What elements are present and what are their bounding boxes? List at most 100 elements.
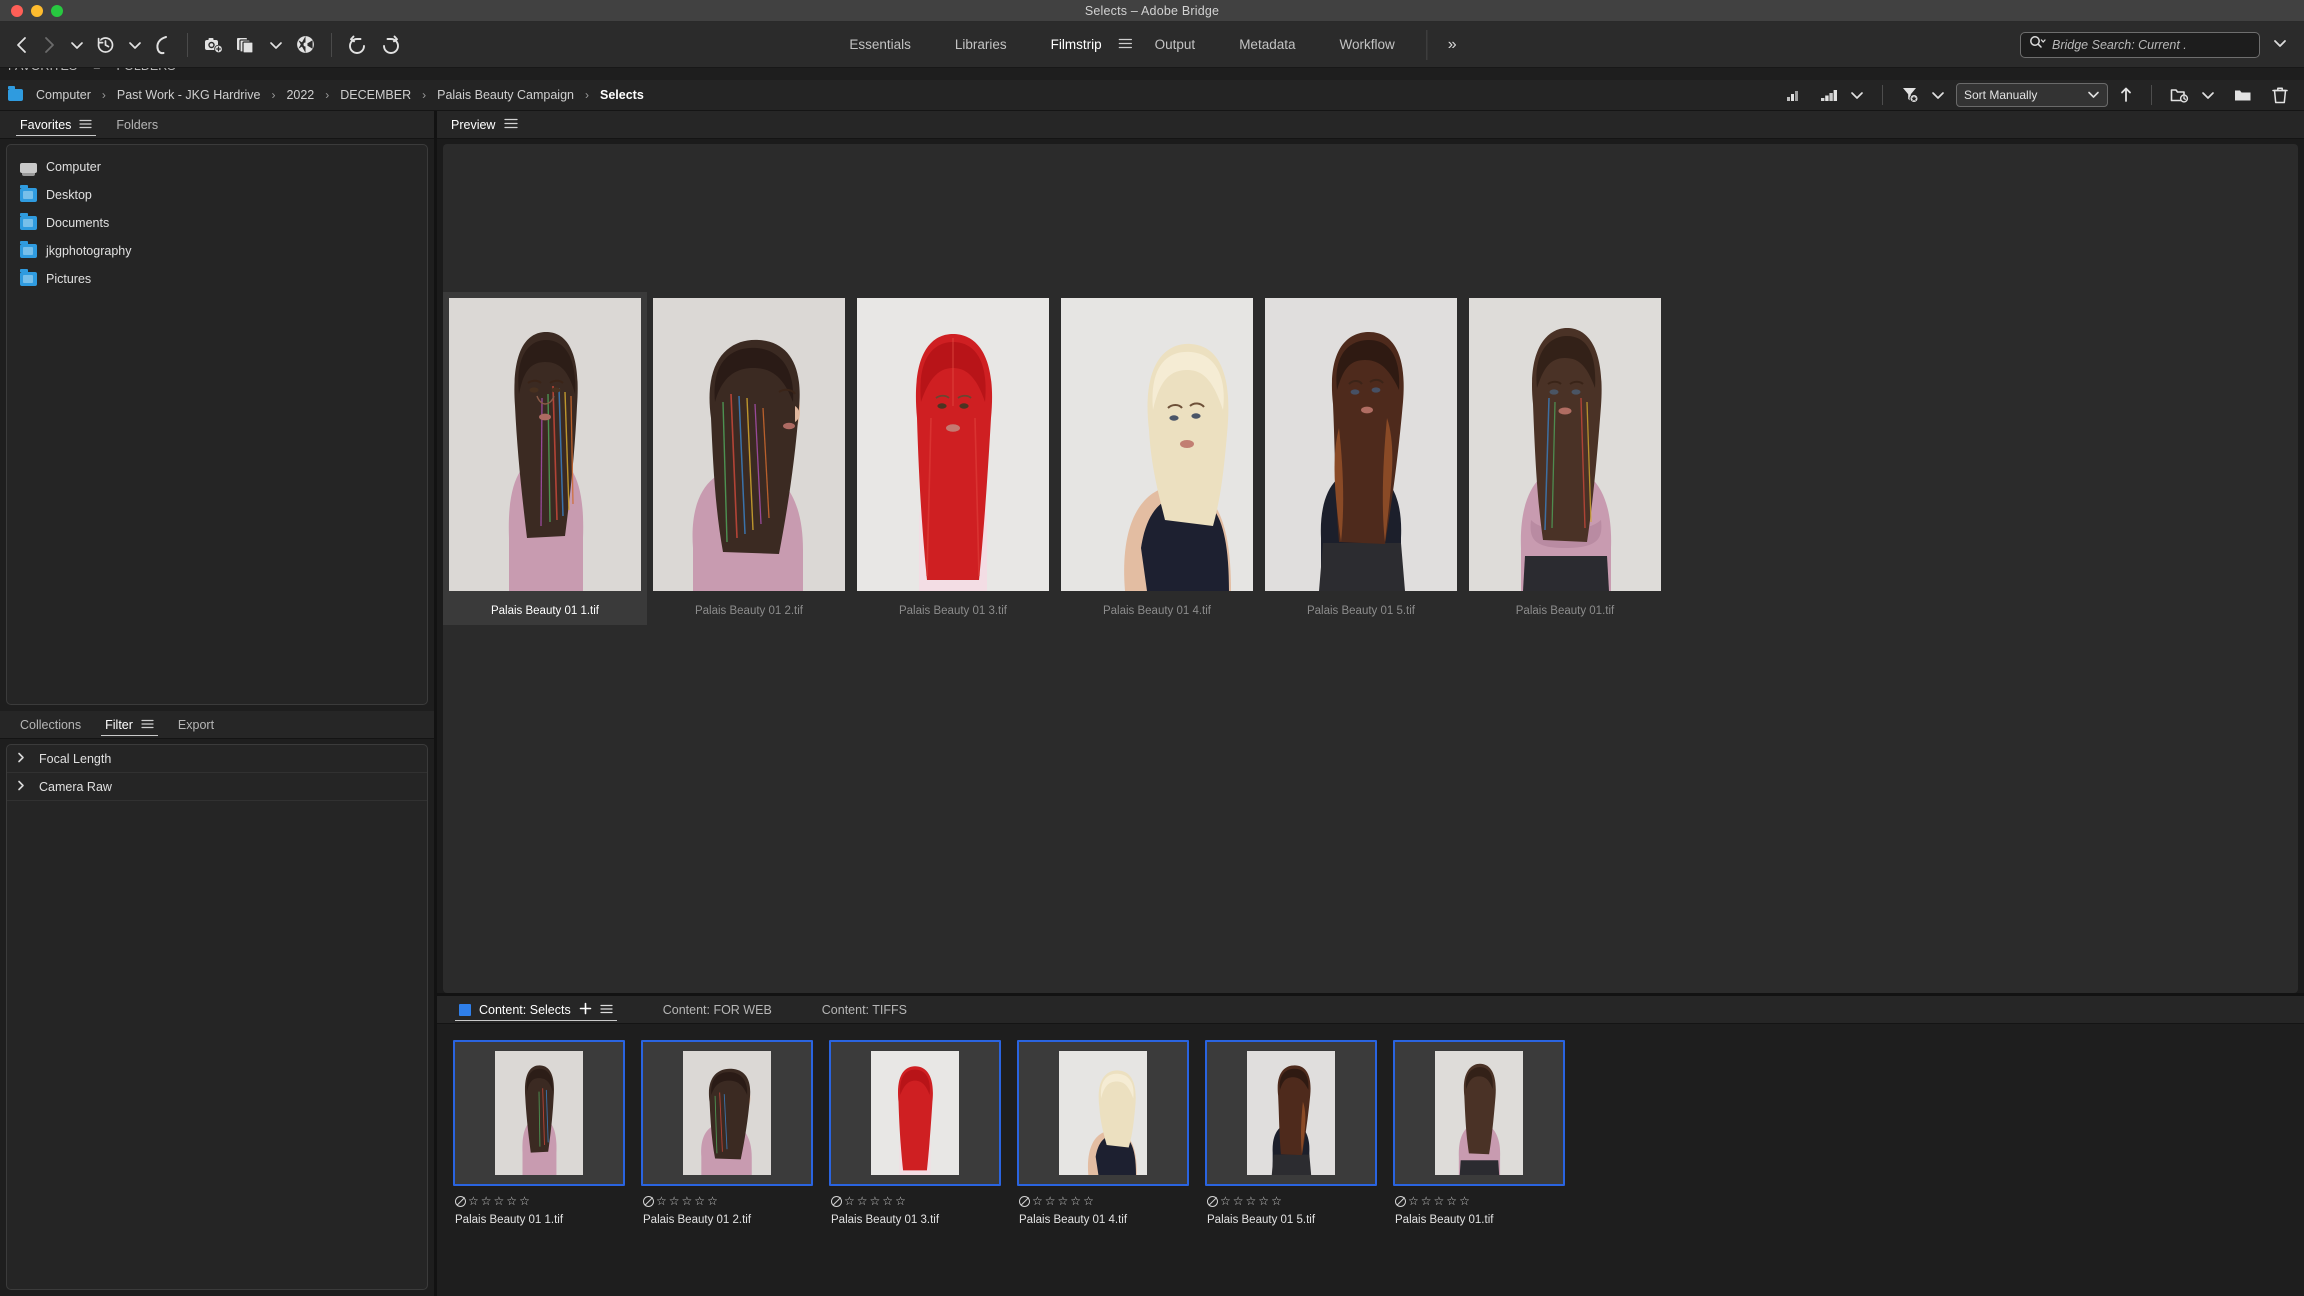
breadcrumb-item-palais-beauty-campaign[interactable]: Palais Beauty Campaign [428, 88, 583, 102]
star-empty-icon[interactable]: ☆ [481, 1195, 492, 1207]
favorites-item-documents[interactable]: Documents [7, 209, 427, 237]
thumbnail-frame[interactable] [453, 1040, 625, 1186]
tab-folders[interactable]: Folders [104, 111, 170, 139]
tab-content-selects[interactable]: Content: Selects [447, 996, 625, 1024]
tab-favorites[interactable]: Favorites [8, 111, 104, 139]
search-options-chevron-down-icon[interactable] [2266, 36, 2294, 54]
filter-criteria-list[interactable]: Focal Length Camera Raw [6, 744, 428, 1290]
workspace-tab-filmstrip[interactable]: Filmstrip [1029, 22, 1133, 68]
content-thumbnail-item[interactable]: ☆ ☆ ☆ ☆ ☆ Palais Beauty 01 1.tif [453, 1040, 632, 1226]
thumbnail-frame[interactable] [1393, 1040, 1565, 1186]
tab-collections[interactable]: Collections [8, 711, 93, 739]
preview-item[interactable]: Palais Beauty 01 4.tif [1055, 292, 1259, 625]
thumbnail-frame[interactable] [1205, 1040, 1377, 1186]
star-empty-icon[interactable]: ☆ [694, 1195, 705, 1207]
star-empty-icon[interactable]: ☆ [468, 1195, 479, 1207]
search-input[interactable]: Bridge Search: Current . [2020, 31, 2260, 58]
star-empty-icon[interactable]: ☆ [1083, 1195, 1094, 1207]
workspace-tab-libraries[interactable]: Libraries [933, 22, 1029, 68]
workspace-menu-icon[interactable] [1119, 38, 1133, 51]
star-empty-icon[interactable]: ☆ [1070, 1195, 1081, 1207]
workspace-tab-output[interactable]: Output [1133, 22, 1218, 68]
preview-item[interactable]: Palais Beauty 01 2.tif [647, 292, 851, 625]
star-empty-icon[interactable]: ☆ [844, 1195, 855, 1207]
breadcrumb-item-past-work[interactable]: Past Work - JKG Hardrive [108, 88, 270, 102]
panel-menu-icon[interactable] [504, 118, 519, 132]
recent-folder-icon[interactable] [2163, 82, 2197, 108]
reject-icon[interactable] [831, 1195, 842, 1207]
content-thumbnail-item[interactable]: ☆ ☆ ☆ ☆ ☆ Palais Beauty 01 3.tif [829, 1040, 1008, 1226]
star-empty-icon[interactable]: ☆ [519, 1195, 530, 1207]
filter-row-camera-raw[interactable]: Camera Raw [7, 773, 427, 801]
panel-menu-icon[interactable] [79, 118, 93, 132]
star-empty-icon[interactable]: ☆ [1220, 1195, 1231, 1207]
star-empty-icon[interactable]: ☆ [682, 1195, 693, 1207]
content-thumbnail-item[interactable]: ☆ ☆ ☆ ☆ ☆ Palais Beauty 01 2.tif [641, 1040, 820, 1226]
refine-stack-icon[interactable] [231, 30, 261, 60]
star-empty-icon[interactable]: ☆ [857, 1195, 868, 1207]
breadcrumb-item-selects[interactable]: Selects [591, 88, 653, 102]
favorites-item-pictures[interactable]: Pictures [7, 265, 427, 293]
star-empty-icon[interactable]: ☆ [1434, 1195, 1445, 1207]
preview-item[interactable]: Palais Beauty 01 1.tif [443, 292, 647, 625]
star-empty-icon[interactable]: ☆ [1233, 1195, 1244, 1207]
favorites-item-desktop[interactable]: Desktop [7, 181, 427, 209]
content-thumbnail-grid[interactable]: ☆ ☆ ☆ ☆ ☆ Palais Beauty 01 1.tif ☆ ☆ ☆ ☆… [437, 1024, 2304, 1296]
star-empty-icon[interactable]: ☆ [1459, 1195, 1470, 1207]
thumbnail-frame[interactable] [641, 1040, 813, 1186]
breadcrumb-item-2022[interactable]: 2022 [277, 88, 323, 102]
forward-button[interactable] [36, 30, 62, 60]
tab-content-tiffs[interactable]: Content: TIFFS [810, 996, 919, 1024]
filter-dropdown-icon[interactable] [1931, 82, 1952, 108]
workspace-tab-essentials[interactable]: Essentials [827, 22, 933, 68]
recent-dropdown-button[interactable] [122, 30, 148, 60]
rating-control[interactable]: ☆ ☆ ☆ ☆ ☆ [643, 1195, 820, 1207]
workspace-tab-metadata[interactable]: Metadata [1217, 22, 1317, 68]
workspace-tab-workflow[interactable]: Workflow [1317, 22, 1416, 68]
favorites-item-jkgphotography[interactable]: jkgphotography [7, 237, 427, 265]
star-empty-icon[interactable]: ☆ [895, 1195, 906, 1207]
content-thumbnail-item[interactable]: ☆ ☆ ☆ ☆ ☆ Palais Beauty 01.tif [1393, 1040, 1572, 1226]
filter-row-focal-length[interactable]: Focal Length [7, 745, 427, 773]
favorites-list[interactable]: Computer Desktop Documents jkgphotograph… [6, 144, 428, 705]
sort-ascending-icon[interactable] [2112, 82, 2140, 108]
star-empty-icon[interactable]: ☆ [1271, 1195, 1282, 1207]
reject-icon[interactable] [1395, 1195, 1406, 1207]
preview-item[interactable]: Palais Beauty 01 3.tif [851, 292, 1055, 625]
content-thumbnail-item[interactable]: ☆ ☆ ☆ ☆ ☆ Palais Beauty 01 5.tif [1205, 1040, 1384, 1226]
star-empty-icon[interactable]: ☆ [494, 1195, 505, 1207]
thumbnail-size-large-icon[interactable] [1812, 82, 1846, 108]
favorites-item-computer[interactable]: Computer [7, 153, 427, 181]
add-tab-icon[interactable] [579, 1002, 592, 1018]
rating-control[interactable]: ☆ ☆ ☆ ☆ ☆ [1207, 1195, 1384, 1207]
star-empty-icon[interactable]: ☆ [1058, 1195, 1069, 1207]
reveal-icon[interactable] [150, 30, 176, 60]
star-empty-icon[interactable]: ☆ [1045, 1195, 1056, 1207]
get-photos-from-camera-icon[interactable] [199, 30, 229, 60]
open-in-camera-raw-icon[interactable] [291, 30, 320, 60]
rotate-counterclockwise-icon[interactable] [343, 30, 373, 60]
reject-icon[interactable] [1019, 1195, 1030, 1207]
star-empty-icon[interactable]: ☆ [656, 1195, 667, 1207]
thumbnail-size-small-icon[interactable] [1776, 82, 1808, 108]
thumbnail-frame[interactable] [1017, 1040, 1189, 1186]
new-folder-icon[interactable] [2226, 82, 2260, 108]
star-empty-icon[interactable]: ☆ [1408, 1195, 1419, 1207]
breadcrumb-item-december[interactable]: DECEMBER [331, 88, 420, 102]
star-empty-icon[interactable]: ☆ [870, 1195, 881, 1207]
rating-control[interactable]: ☆ ☆ ☆ ☆ ☆ [831, 1195, 1008, 1207]
star-empty-icon[interactable]: ☆ [1246, 1195, 1257, 1207]
preview-item[interactable]: Palais Beauty 01 5.tif [1259, 292, 1463, 625]
preview-canvas[interactable]: Palais Beauty 01 1.tif Palais Beauty 01 … [443, 144, 2298, 993]
tab-export[interactable]: Export [166, 711, 226, 739]
star-empty-icon[interactable]: ☆ [669, 1195, 680, 1207]
star-empty-icon[interactable]: ☆ [882, 1195, 893, 1207]
more-workspaces-button[interactable]: » [1428, 36, 1477, 54]
tab-filter[interactable]: Filter [93, 711, 166, 739]
back-button[interactable] [8, 30, 34, 60]
refine-dropdown-button[interactable] [263, 30, 289, 60]
reject-icon[interactable] [643, 1195, 654, 1207]
thumbnail-frame[interactable] [829, 1040, 1001, 1186]
filter-items-icon[interactable] [1894, 82, 1927, 108]
rating-control[interactable]: ☆ ☆ ☆ ☆ ☆ [1395, 1195, 1572, 1207]
